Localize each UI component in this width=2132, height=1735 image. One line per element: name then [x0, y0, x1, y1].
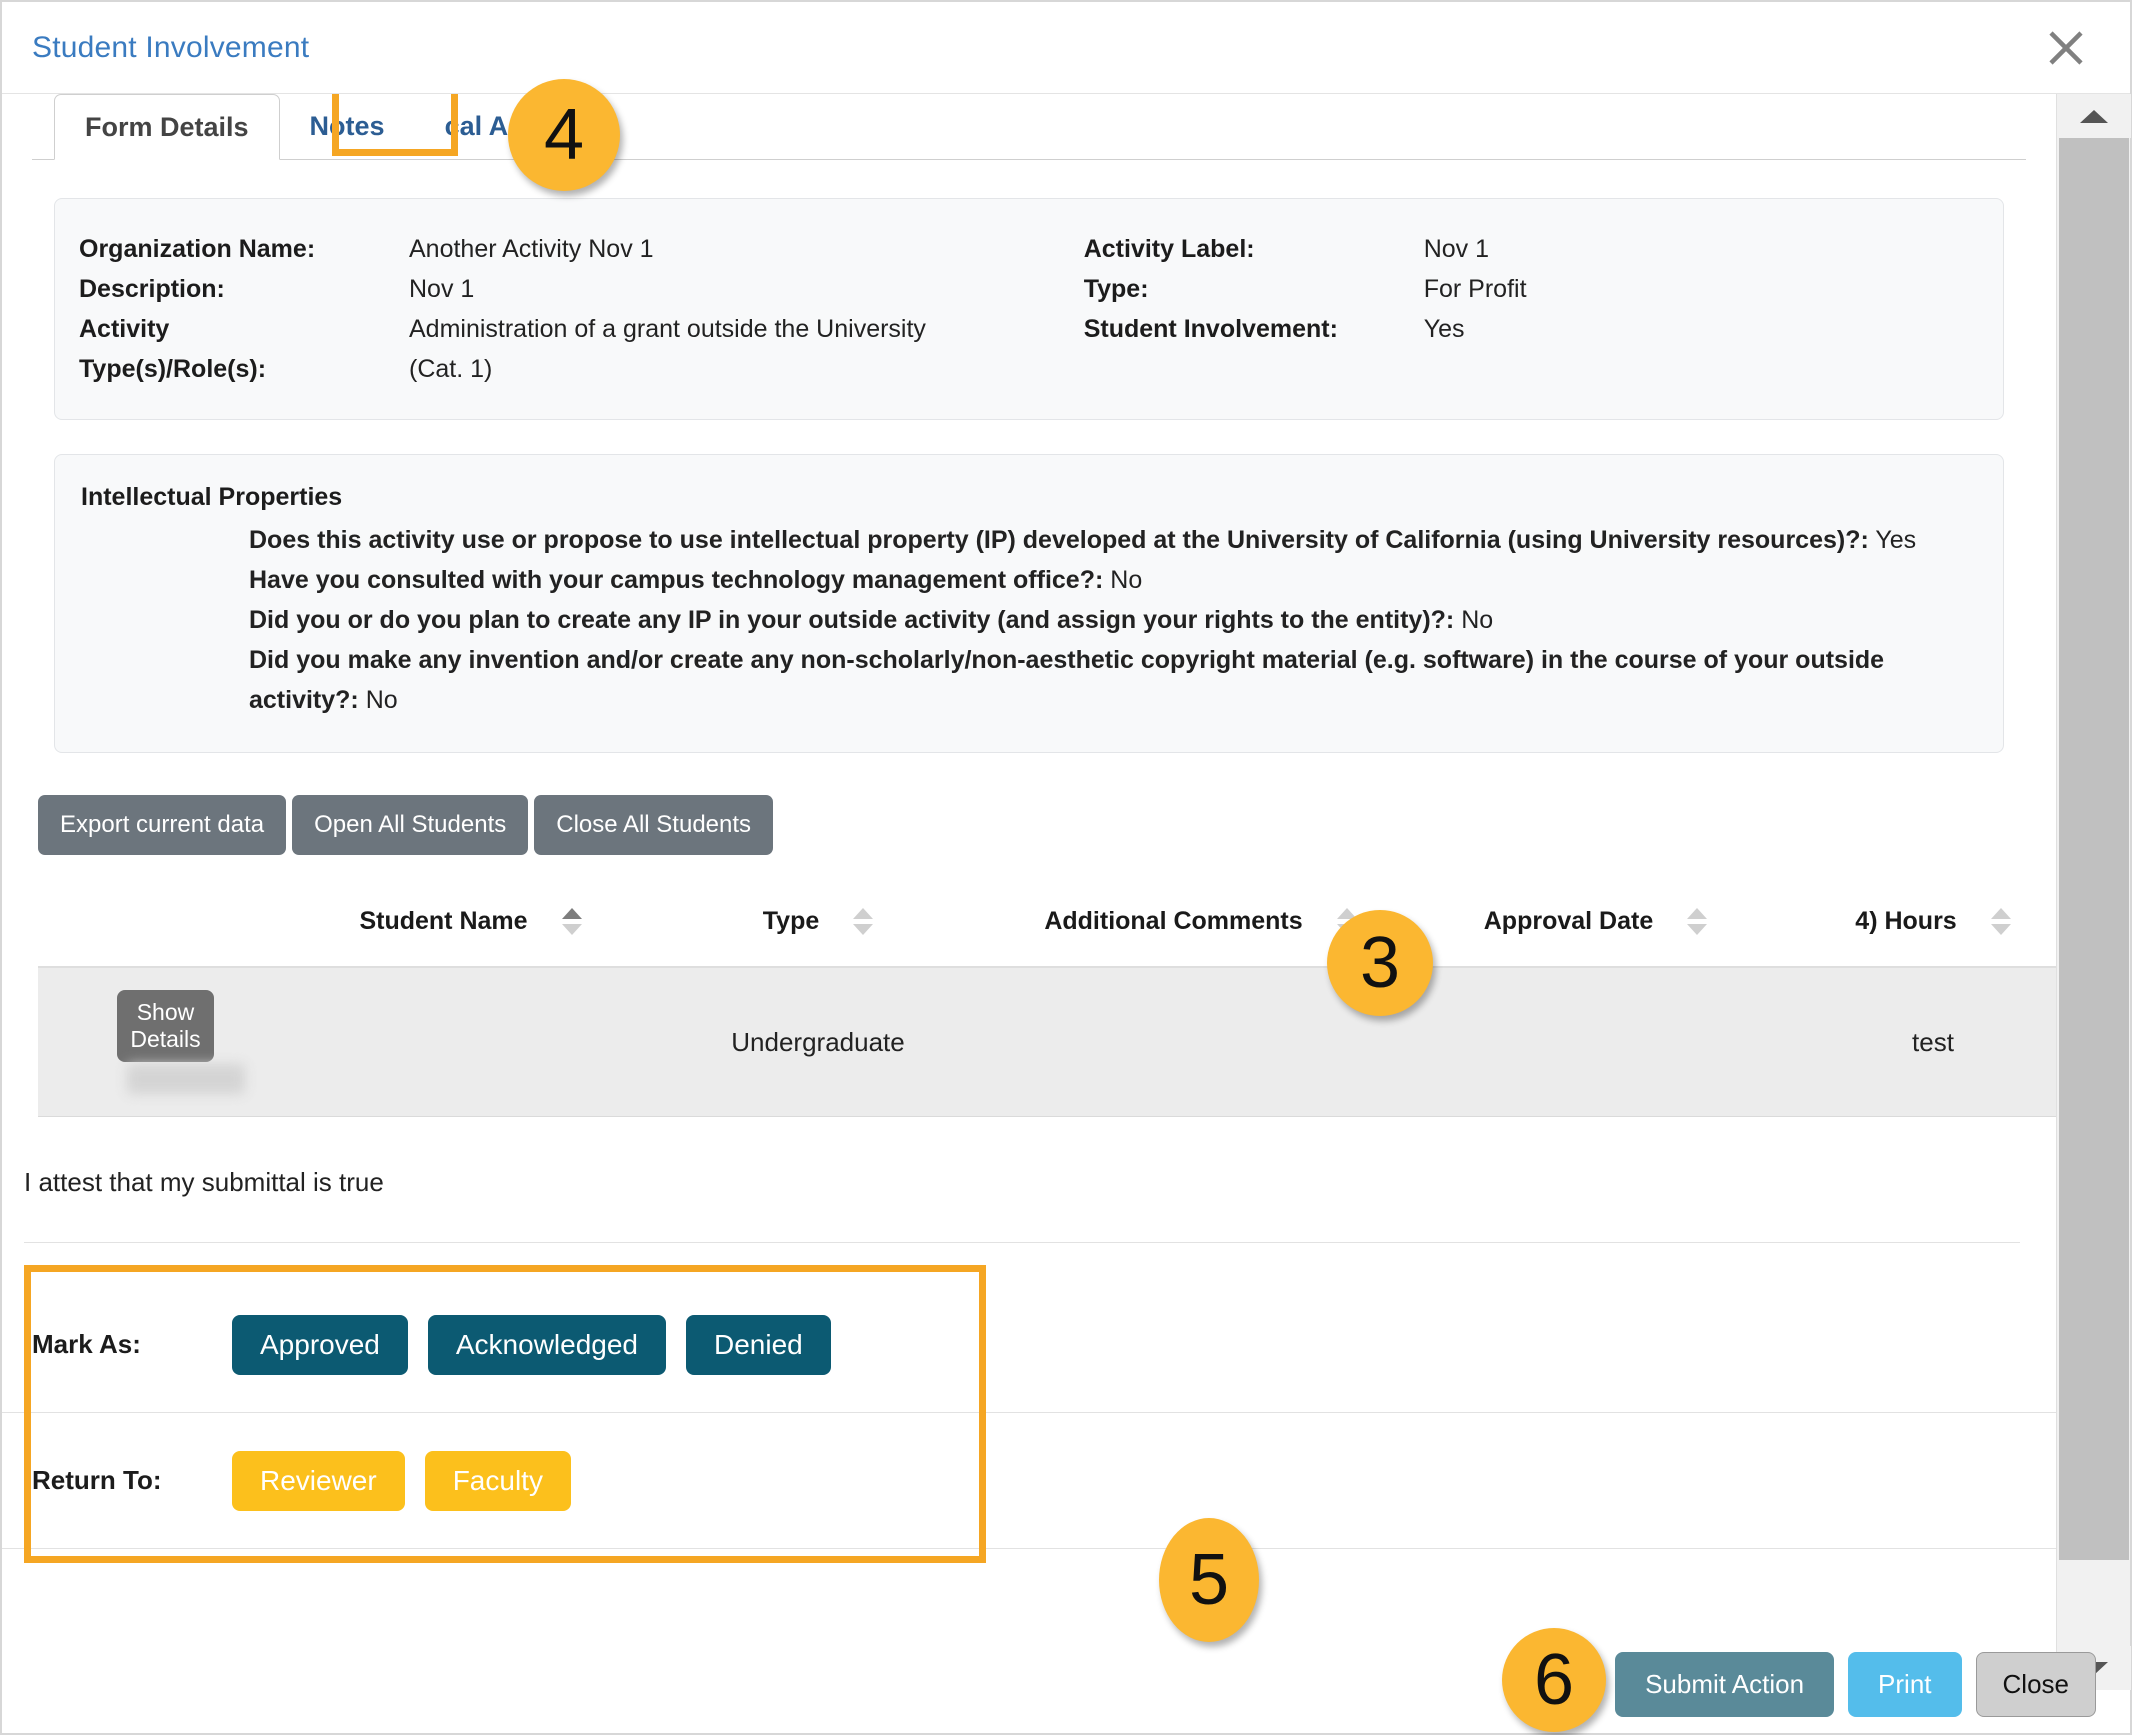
- student-involvement-label: Student Involvement:: [1084, 309, 1424, 349]
- col-student-name[interactable]: Student Name: [293, 907, 648, 967]
- tab-form-details[interactable]: Form Details: [54, 94, 280, 160]
- summary-left-column: Organization Name: Description: Activity…: [79, 229, 1084, 389]
- ip-question-4-text: Did you make any invention and/or create…: [249, 646, 1884, 714]
- tab-notes[interactable]: Notes: [280, 94, 415, 159]
- mark-as-row: Mark As: Approved Acknowledged Denied: [2, 1277, 2056, 1413]
- ip-question-3-text: Did you or do you plan to create any IP …: [249, 606, 1454, 634]
- col-additional-comments[interactable]: Additional Comments: [988, 907, 1413, 967]
- ip-answer-3: No: [1461, 606, 1493, 634]
- ip-question-1: Does this activity use or propose to use…: [249, 520, 1977, 560]
- modal-header: Student Involvement: [2, 2, 2130, 94]
- return-to-label: Return To:: [32, 1465, 232, 1496]
- mark-as-label: Mark As:: [32, 1329, 232, 1360]
- intellectual-properties-title: Intellectual Properties: [81, 483, 1977, 512]
- ip-question-2: Have you consulted with your campus tech…: [249, 560, 1977, 600]
- table-row: Show Details Undergraduate test: [38, 967, 2056, 1117]
- ip-answer-4: No: [366, 686, 398, 714]
- return-to-row: Return To: Reviewer Faculty: [2, 1413, 2056, 1549]
- tab-notes-label: Notes: [310, 111, 385, 142]
- return-to-reviewer-button[interactable]: Reviewer: [232, 1451, 405, 1511]
- activity-types-roles-value: Administration of a grant outside the Un…: [409, 309, 1084, 389]
- close-all-students-button[interactable]: Close All Students: [534, 795, 773, 855]
- attestation-text: I attest that my submittal is true: [24, 1167, 2020, 1243]
- col-approval-date-label: Approval Date: [1484, 907, 1653, 936]
- organization-name-value: Another Activity Nov 1: [409, 229, 1084, 269]
- student-involvement-modal: Student Involvement Form Details Notes c…: [0, 0, 2132, 1735]
- sort-student-name-icon[interactable]: [562, 908, 582, 935]
- chevron-up-icon: [2080, 110, 2108, 123]
- ip-question-4: Did you make any invention and/or create…: [249, 640, 1977, 720]
- sort-type-icon[interactable]: [853, 908, 873, 935]
- row-hours-cell: test: [1778, 967, 2056, 1117]
- modal-body: Form Details Notes cal Actions Organizat…: [2, 94, 2130, 1731]
- col-student-name-label: Student Name: [359, 907, 527, 936]
- export-current-data-button[interactable]: Export current data: [38, 795, 286, 855]
- type-value: For Profit: [1424, 269, 1979, 309]
- acknowledged-button[interactable]: Acknowledged: [428, 1315, 666, 1375]
- activity-summary-panel: Organization Name: Description: Activity…: [54, 198, 2004, 420]
- modal-footer: Submit Action Print Close: [1615, 1652, 2096, 1717]
- scroll-up-button[interactable]: [2057, 94, 2131, 138]
- show-details-button[interactable]: Show Details: [117, 990, 213, 1062]
- row-additional-comments-cell: [988, 967, 1413, 1117]
- student-involvement-value: Yes: [1424, 309, 1979, 349]
- col-type[interactable]: Type: [648, 907, 988, 967]
- students-table-wrap: Student Name Type: [38, 907, 2020, 1117]
- tab-bar: Form Details Notes cal Actions: [32, 94, 2026, 160]
- ip-question-2-text: Have you consulted with your campus tech…: [249, 566, 1103, 594]
- student-name-redacted: [127, 1064, 245, 1094]
- sort-hours-icon[interactable]: [1991, 908, 2011, 935]
- description-label: Description:: [79, 269, 409, 309]
- col-approval-date[interactable]: Approval Date: [1413, 907, 1778, 967]
- organization-name-label: Organization Name:: [79, 229, 409, 269]
- description-value: Nov 1: [409, 269, 1084, 309]
- col-hours-label: 4) Hours: [1855, 907, 1956, 936]
- denied-button[interactable]: Denied: [686, 1315, 831, 1375]
- col-additional-comments-label: Additional Comments: [1044, 907, 1302, 936]
- sort-approval-date-icon[interactable]: [1687, 908, 1707, 935]
- row-approval-date-cell: [1413, 967, 1778, 1117]
- submit-action-button[interactable]: Submit Action: [1615, 1652, 1834, 1717]
- activity-label-label: Activity Label:: [1084, 229, 1424, 269]
- approved-button[interactable]: Approved: [232, 1315, 408, 1375]
- tab-historical-actions[interactable]: cal Actions: [415, 94, 618, 159]
- ip-answer-1: Yes: [1875, 526, 1916, 554]
- activity-types-roles-label: Activity Type(s)/Role(s):: [79, 309, 409, 389]
- ip-question-1-text: Does this activity use or propose to use…: [249, 526, 1869, 554]
- scrollbar-thumb[interactable]: [2059, 138, 2129, 1560]
- tab-historical-actions-label: cal Actions: [445, 111, 588, 142]
- ip-answer-2: No: [1110, 566, 1142, 594]
- page-title: Student Involvement: [32, 31, 309, 65]
- col-type-label: Type: [763, 907, 820, 936]
- print-button[interactable]: Print: [1848, 1652, 1961, 1717]
- decision-section: Mark As: Approved Acknowledged Denied Re…: [2, 1277, 2056, 1549]
- col-hours[interactable]: 4) Hours: [1778, 907, 2056, 967]
- vertical-scrollbar[interactable]: [2056, 94, 2130, 1690]
- summary-right-column: Activity Label: Type: Student Involvemen…: [1084, 229, 1979, 389]
- sort-additional-comments-icon[interactable]: [1337, 908, 1357, 935]
- ip-question-3: Did you or do you plan to create any IP …: [249, 600, 1977, 640]
- open-all-students-button[interactable]: Open All Students: [292, 795, 528, 855]
- close-icon[interactable]: [2044, 26, 2088, 70]
- table-header-row: Student Name Type: [38, 907, 2056, 967]
- col-actions: [38, 907, 293, 967]
- activity-label-value: Nov 1: [1424, 229, 1979, 269]
- students-toolbar: Export current data Open All Students Cl…: [38, 795, 2056, 855]
- intellectual-properties-panel: Intellectual Properties Does this activi…: [54, 454, 2004, 753]
- row-type-cell: Undergraduate: [648, 967, 988, 1117]
- type-label: Type:: [1084, 269, 1424, 309]
- return-to-faculty-button[interactable]: Faculty: [425, 1451, 571, 1511]
- tab-form-details-label: Form Details: [85, 112, 249, 143]
- row-student-name-cell: [293, 967, 648, 1117]
- row-actions-cell: Show Details: [38, 967, 293, 1117]
- students-table: Student Name Type: [38, 907, 2056, 1117]
- close-button[interactable]: Close: [1976, 1652, 2096, 1717]
